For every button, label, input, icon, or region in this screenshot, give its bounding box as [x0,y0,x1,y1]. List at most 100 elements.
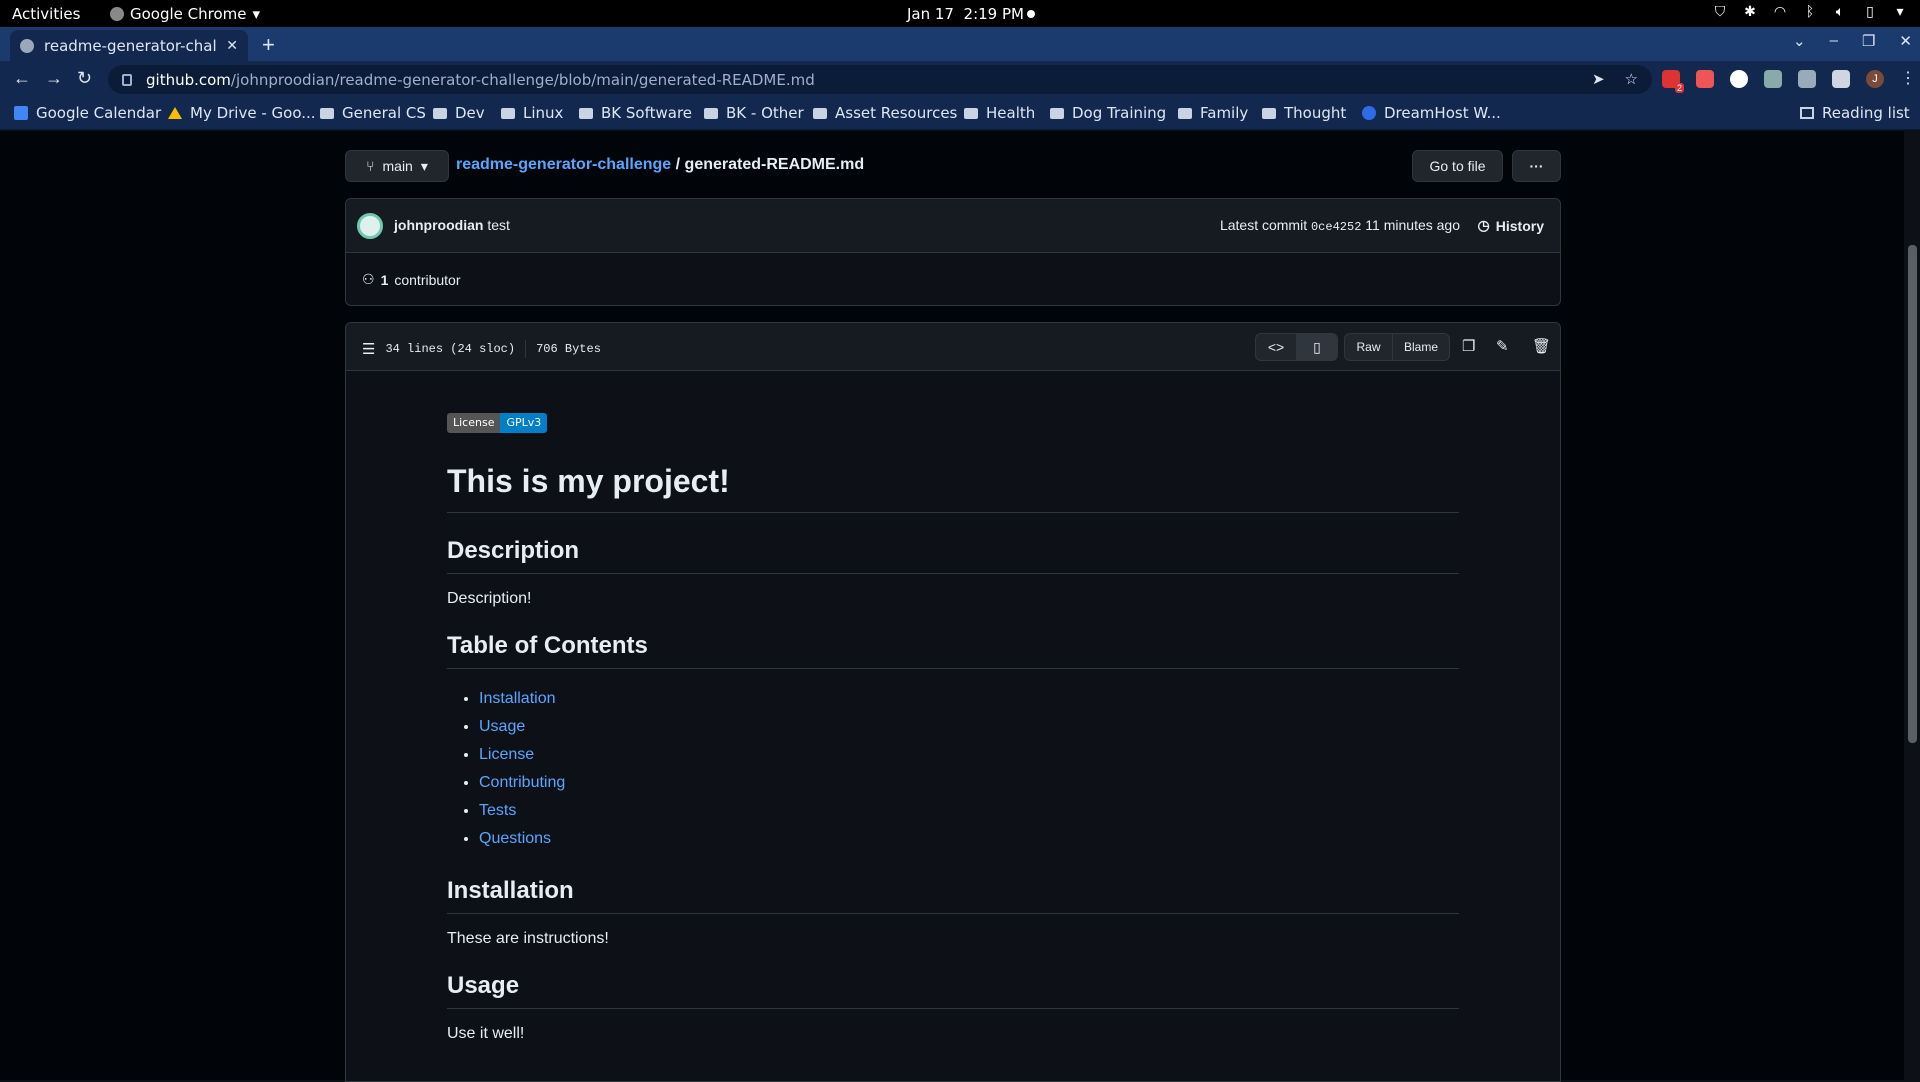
commit-author-line: johnproodian test [394,217,510,233]
tab-readme[interactable]: readme-generator-challe ✕ [10,30,248,61]
branch-selector[interactable]: ⑂ main ▾ [345,150,449,182]
commit-message[interactable]: test [487,217,510,233]
scrollbar-thumb[interactable] [1908,245,1917,743]
bookmark-folder[interactable]: Linux [501,104,563,122]
bookmark-item[interactable]: Google Calendar [14,104,161,122]
folder-icon [704,107,718,119]
bookmark-folder[interactable]: Dev [433,104,485,122]
readme-title: This is my project! [447,463,1459,513]
folder-icon [1178,107,1192,119]
bookmark-item[interactable]: DreamHost W... [1362,104,1501,122]
volume-icon[interactable]: 🔈︎ [1832,4,1848,20]
history-link[interactable]: ◷ History [1478,217,1544,234]
file-viewer: ☰ 34 lines (24 sloc) 706 Bytes <> ▯ Raw … [345,322,1561,1082]
toc-link[interactable]: License [479,741,1459,769]
tab-search-icon[interactable]: ⌄ [1793,32,1806,50]
license-badge[interactable]: License GPLv3 [447,413,548,433]
address-bar[interactable]: github.com/johnproodian/readme-generator… [108,65,1652,94]
toc-link[interactable]: Questions [479,825,1459,853]
extension-leaf-icon[interactable] [1798,70,1816,88]
extension-video-icon[interactable] [1696,70,1714,88]
activities-button[interactable]: Activities [12,5,80,23]
slack-icon[interactable]: ✱ [1742,4,1758,20]
bookmark-folder[interactable]: Thought [1262,104,1346,122]
close-window-icon[interactable]: ✕ [1899,32,1912,50]
profile-avatar[interactable]: J [1866,70,1884,88]
extensions-puzzle-icon[interactable] [1832,70,1850,88]
send-icon[interactable]: ➤ [1592,70,1605,88]
bookmark-label: My Drive - Goo... [190,104,316,122]
reload-icon[interactable]: ↻ [77,68,92,89]
outline-icon[interactable]: ☰ [362,340,375,358]
toc-link[interactable]: Tests [479,797,1459,825]
tab-title: readme-generator-challe [44,36,219,55]
extension-rocket-icon[interactable] [1764,70,1782,88]
trash-icon[interactable]: 🗑︎ [1532,337,1551,355]
latest-commit-row: johnproodian test Latest commit 0ce4252 … [346,199,1560,253]
folder-icon [501,107,515,119]
lock-icon[interactable] [122,73,132,86]
commit-box: johnproodian test Latest commit 0ce4252 … [345,198,1561,306]
heading-usage: Usage [447,972,1459,1009]
extension-red-icon[interactable]: 2 [1662,70,1684,93]
url-path: /johnproodian/readme-generator-challenge… [230,70,815,89]
star-icon[interactable]: ☆ [1625,70,1638,88]
bluetooth-icon[interactable]: ᛒ [1802,4,1818,20]
heading-installation: Installation [447,877,1459,914]
clock[interactable]: Jan 17 2:19 PM [907,5,1024,23]
system-tray[interactable]: ⛉ ✱ ◠ ᛒ 🔈︎ ▯ ▾ [1712,4,1908,20]
go-to-file-button[interactable]: Go to file [1412,150,1503,182]
latest-commit-label: Latest commit [1219,217,1308,233]
bookmark-label: Asset Resources [835,104,958,122]
wifi-icon[interactable]: ◠ [1772,4,1788,20]
battery-icon[interactable]: ▯ [1862,4,1878,20]
bookmark-item[interactable]: My Drive - Goo... [168,104,316,122]
avatar[interactable] [357,213,383,239]
commit-sha[interactable]: 0ce4252 [1311,220,1361,234]
close-tab-icon[interactable]: ✕ [226,38,238,54]
forward-icon[interactable]: → [45,68,63,89]
bookmark-folder[interactable]: BK - Other [704,104,804,122]
toc-link[interactable]: Contributing [479,769,1459,797]
bookmark-folder[interactable]: Dog Training [1050,104,1166,122]
file-icon: ▯ [1313,338,1321,355]
bookmark-label: BK - Other [726,104,804,122]
commit-author[interactable]: johnproodian [394,217,483,233]
toc-link[interactable]: Usage [479,713,1459,741]
source-view-button[interactable]: <> [1255,333,1297,361]
maximize-icon[interactable]: ❐ [1862,32,1875,50]
repo-link[interactable]: readme-generator-challenge [456,156,671,173]
bookmark-folder[interactable]: General CS [320,104,426,122]
back-icon[interactable]: ← [13,68,31,89]
folder-icon [1262,107,1276,119]
history-label: History [1495,217,1544,234]
bookmark-folder[interactable]: BK Software [579,104,692,122]
app-menu[interactable]: Google Chrome ▾ [110,5,260,23]
branch-name: main [382,158,413,174]
calendar-icon [14,106,28,120]
kebab-menu-icon[interactable]: ⋮ [1900,70,1916,88]
blame-button[interactable]: Blame [1392,333,1450,361]
toc-list: Installation Usage License Contributing … [447,685,1459,853]
shield-icon[interactable]: ⛉ [1712,4,1728,20]
more-options-button[interactable]: ··· [1512,150,1561,182]
bookmark-folder[interactable]: Asset Resources [813,104,957,122]
new-tab-button[interactable]: + [262,32,275,58]
edit-pencil-icon[interactable]: ✎ [1496,337,1509,355]
toc-link[interactable]: Installation [479,685,1459,713]
extension-circle-icon[interactable] [1730,70,1748,88]
raw-button[interactable]: Raw [1344,333,1393,361]
reading-list[interactable]: Reading list [1800,104,1910,122]
rendered-view-button[interactable]: ▯ [1296,333,1338,361]
commit-age[interactable]: 11 minutes ago [1365,217,1460,233]
minimize-icon[interactable]: – [1830,32,1838,50]
bookmark-folder[interactable]: Health [964,104,1035,122]
contributors-link[interactable]: ⚇ 1 contributor [362,271,461,288]
page-scrollbar[interactable] [1904,131,1920,1080]
installation-text: These are instructions! [447,930,609,947]
bookmark-label: Health [986,104,1036,122]
power-menu-icon[interactable]: ▾ [1892,4,1908,20]
divider [525,340,527,358]
bookmark-folder[interactable]: Family [1178,104,1248,122]
copy-icon[interactable]: ❐ [1462,337,1475,355]
